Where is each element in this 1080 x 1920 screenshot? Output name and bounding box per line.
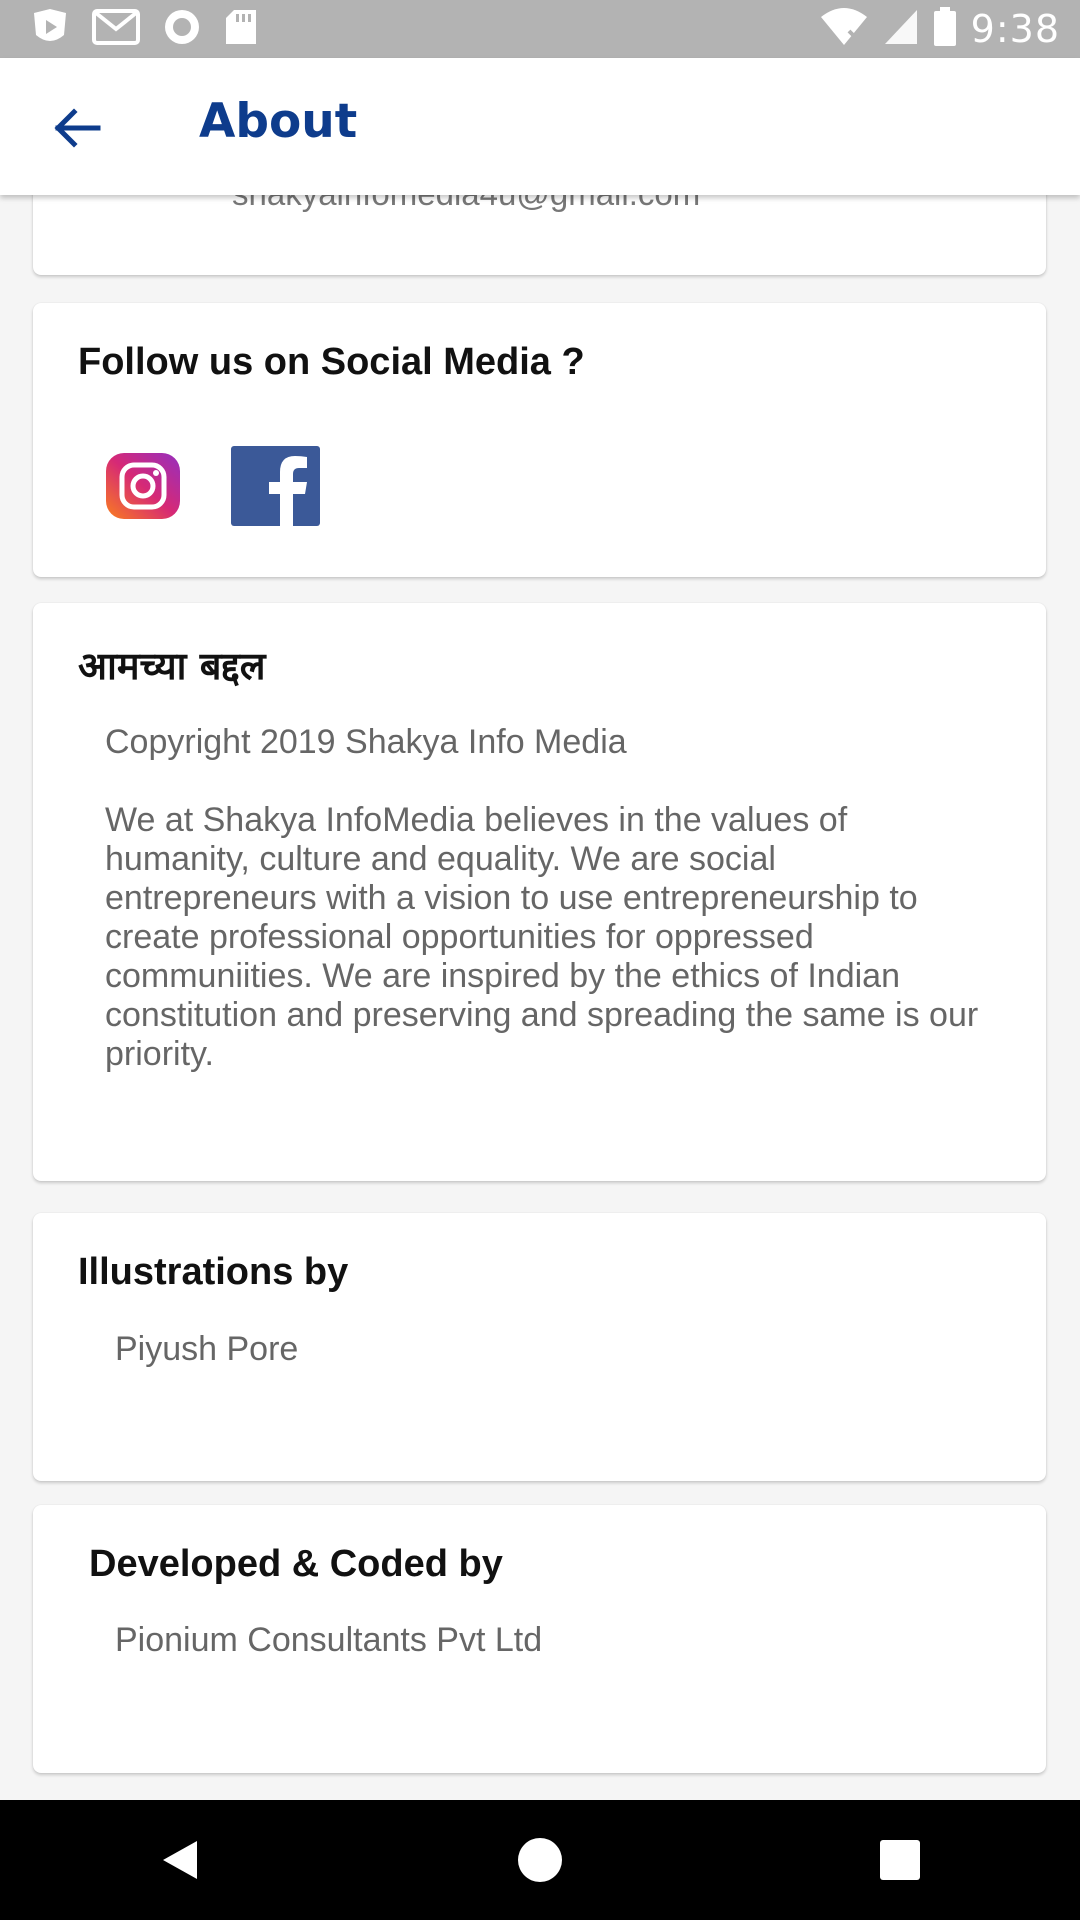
about-us-title: आमच्या बद्दल bbox=[78, 644, 266, 688]
social-media-card: Follow us on Social Media ? bbox=[33, 303, 1046, 577]
gmail-icon bbox=[92, 8, 140, 50]
record-icon bbox=[162, 7, 202, 52]
battery-icon bbox=[933, 6, 957, 52]
instagram-icon[interactable] bbox=[105, 452, 181, 520]
notification-icons bbox=[30, 8, 258, 50]
about-content[interactable]: shakyainfomedia4u@gmail.com Follow us on… bbox=[0, 195, 1080, 1800]
play-store-icon bbox=[30, 7, 70, 52]
home-circle-icon bbox=[518, 1838, 562, 1882]
system-navigation-bar bbox=[0, 1800, 1080, 1920]
status-bar: 9:38 bbox=[0, 0, 1080, 58]
illustrations-card: Illustrations by Piyush Pore bbox=[33, 1213, 1046, 1481]
social-links bbox=[105, 446, 320, 526]
copyright-text: Copyright 2019 Shakya Info Media bbox=[105, 723, 627, 761]
signal-icon bbox=[883, 8, 919, 51]
developer-title: Developed & Coded by bbox=[89, 1543, 503, 1585]
about-us-card: आमच्या बद्दल Copyright 2019 Shakya Info … bbox=[33, 603, 1046, 1181]
email-text[interactable]: shakyainfomedia4u@gmail.com bbox=[232, 195, 700, 213]
facebook-icon[interactable] bbox=[231, 446, 320, 526]
sd-card-icon bbox=[224, 8, 258, 51]
app-bar: About bbox=[0, 58, 1080, 195]
page-title: About bbox=[199, 94, 358, 149]
developer-name: Pionium Consultants Pvt Ltd bbox=[115, 1621, 543, 1659]
wifi-icon bbox=[819, 7, 869, 52]
illustrations-title: Illustrations by bbox=[78, 1251, 349, 1293]
contact-card: shakyainfomedia4u@gmail.com bbox=[33, 195, 1046, 275]
nav-recents-button[interactable] bbox=[840, 1800, 960, 1920]
social-media-title: Follow us on Social Media ? bbox=[78, 341, 585, 383]
system-icons: 9:38 bbox=[819, 0, 1060, 58]
developer-card: Developed & Coded by Pionium Consultants… bbox=[33, 1505, 1046, 1773]
nav-home-button[interactable] bbox=[480, 1800, 600, 1920]
about-description: We at Shakya InfoMedia believes in the v… bbox=[105, 801, 979, 1073]
arrow-left-icon bbox=[54, 108, 101, 148]
recents-square-icon bbox=[880, 1840, 920, 1880]
clock: 9:38 bbox=[970, 7, 1060, 51]
back-button[interactable] bbox=[38, 96, 116, 160]
back-triangle-icon bbox=[163, 1841, 197, 1879]
illustrator-name: Piyush Pore bbox=[115, 1330, 299, 1368]
nav-back-button[interactable] bbox=[120, 1800, 240, 1920]
